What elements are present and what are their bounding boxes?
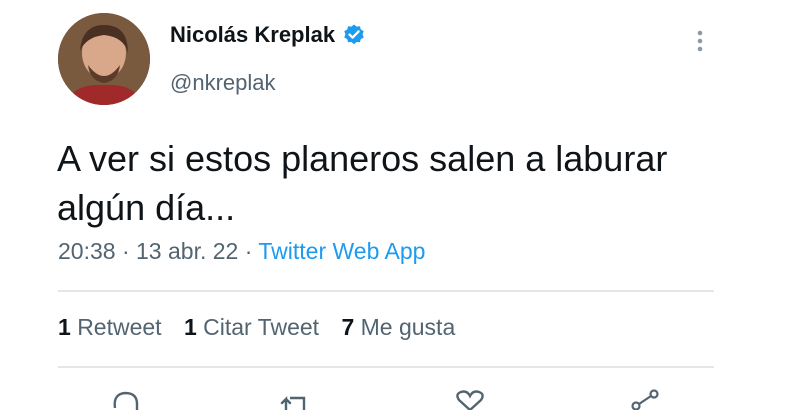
quotes-count: 1 [183,314,197,340]
display-name-text[interactable]: Nicolás Kreplak [170,22,335,48]
meta-separator: · [244,238,253,264]
retweet-icon[interactable] [278,388,312,410]
heart-icon[interactable] [453,388,487,410]
tweet-card: Nicolás Kreplak @nkreplak A ver si estos… [0,0,787,410]
quotes-stat[interactable]: 1 Citar Tweet [184,314,319,340]
likes-label: Me gusta [360,314,456,340]
retweets-label: Retweet [77,314,162,340]
tweet-source-link[interactable]: Twitter Web App [258,238,425,264]
user-handle[interactable]: @nkreplak [170,70,276,96]
retweets-stat[interactable]: 1 Retweet [58,314,162,340]
divider-bottom [58,366,714,368]
share-icon[interactable] [628,388,662,410]
verified-badge-icon [342,23,366,47]
meta-separator: · [121,238,130,264]
reply-icon[interactable] [108,388,142,410]
avatar[interactable] [58,13,150,105]
tweet-stats: 1 Retweet 1 Citar Tweet 7 Me gusta [58,314,471,341]
tweet-date[interactable]: 13 abr. 22 [136,238,238,264]
retweets-count: 1 [58,314,71,340]
divider-top [58,290,714,292]
tweet-text-line-1: A ver si estos planeros salen a laburar [57,138,668,179]
tweet-meta: 20:38 · 13 abr. 22 · Twitter Web App [58,238,425,265]
tweet-text: A ver si estos planeros salen a laburar … [57,134,747,232]
more-vertical-icon[interactable] [690,27,710,55]
likes-stat[interactable]: 7 Me gusta [341,314,455,340]
quotes-label: Citar Tweet [203,314,320,340]
tweet-time[interactable]: 20:38 [58,238,116,264]
tweet-text-line-2: algún día... [57,187,236,228]
display-name[interactable]: Nicolás Kreplak [170,22,366,48]
likes-count: 7 [341,314,355,340]
